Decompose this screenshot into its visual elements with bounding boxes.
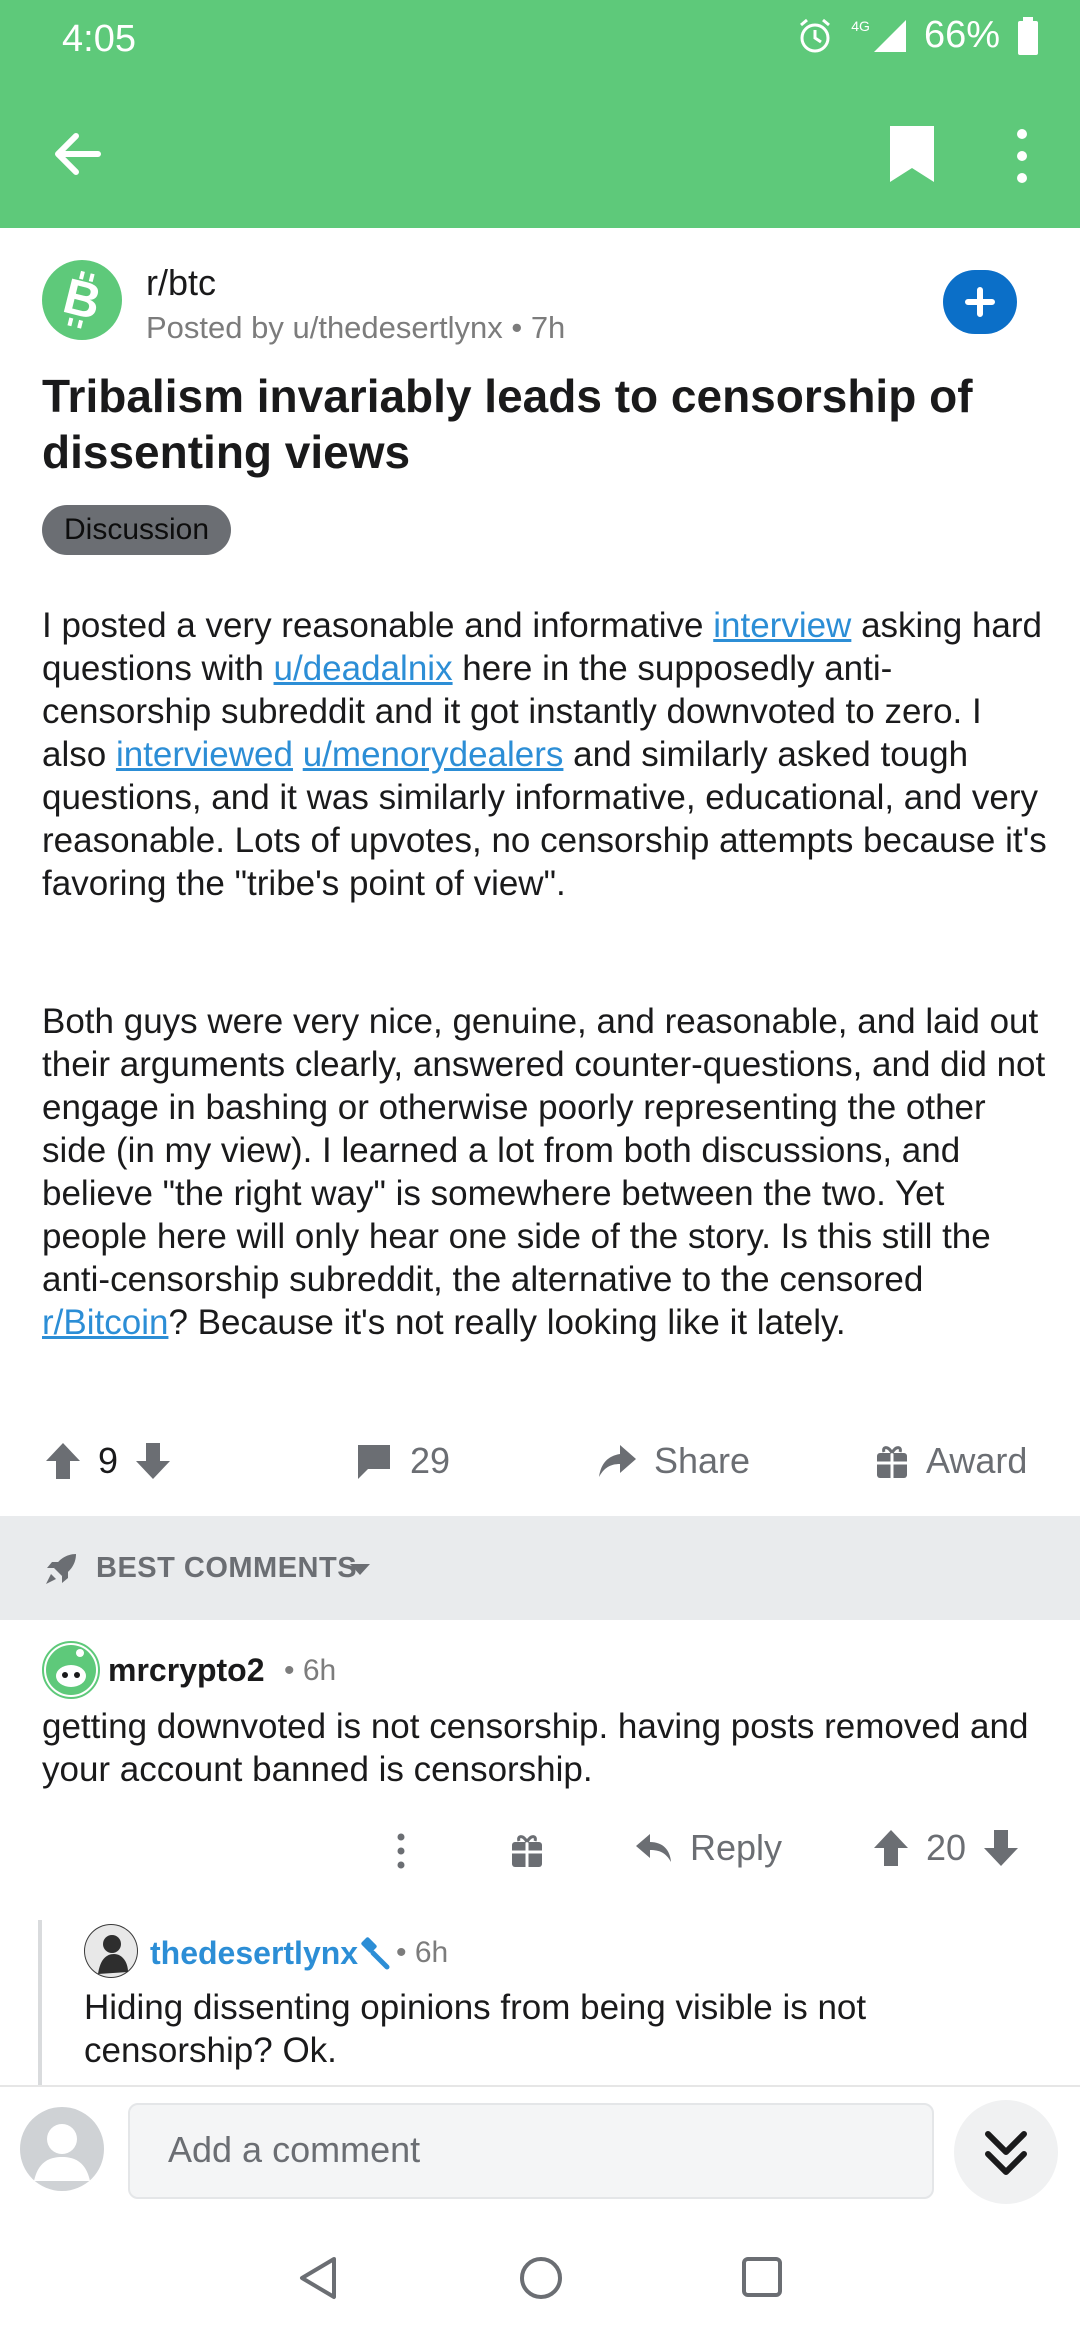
comment-sort-bar[interactable]: BEST COMMENTS — [0, 1516, 1080, 1620]
gift-icon — [877, 1446, 907, 1478]
post-flair[interactable]: Discussion — [42, 505, 232, 555]
sort-label: BEST COMMENTS — [96, 1552, 358, 1584]
user-photo-icon — [85, 1925, 137, 1977]
user-avatar[interactable] — [20, 2107, 104, 2191]
status-icons: 4G 66% — [795, 14, 1040, 57]
nav-recents-icon[interactable] — [740, 2255, 784, 2299]
snoo-avatar-icon — [46, 1645, 96, 1695]
body-link[interactable]: interview — [713, 606, 851, 645]
body-link[interactable]: interviewed — [116, 735, 293, 774]
bitcoin-icon: B — [58, 267, 107, 330]
system-nav-bar — [0, 2215, 1080, 2340]
reply-avatar[interactable] — [84, 1924, 138, 1978]
signal-icon — [873, 19, 906, 52]
reply-label: Reply — [690, 1827, 783, 1868]
post-age: 7h — [530, 310, 566, 345]
network-label: 4G — [851, 17, 870, 34]
plus-icon — [965, 287, 995, 317]
subreddit-name[interactable]: r/btc — [146, 262, 216, 304]
default-avatar-icon — [34, 2124, 90, 2181]
nav-home-icon[interactable] — [518, 2255, 564, 2301]
rocket-icon — [46, 1554, 76, 1584]
body-text-segment: Both guys were very nice, genuine, and r… — [42, 1002, 1046, 1299]
upvote-icon[interactable] — [44, 1441, 82, 1481]
comment-action-bar: Reply 20 — [0, 1815, 1080, 1885]
reply-button[interactable]: Reply — [634, 1827, 782, 1869]
body-link[interactable]: u/menorydealers — [303, 735, 564, 774]
comment-text: getting downvoted is not censorship. hav… — [42, 1707, 1029, 1789]
double-chevron-down-icon — [985, 2131, 1027, 2175]
comment-vote-count: 20 — [926, 1827, 967, 1868]
comment-avatar[interactable] — [42, 1641, 100, 1699]
award-button[interactable]: Award — [874, 1440, 1027, 1482]
comment-age: • 6h — [284, 1654, 337, 1687]
post-author[interactable]: Posted by u/thedesertlynx — [146, 310, 503, 345]
post-comment-count: 29 — [410, 1440, 451, 1481]
back-arrow-icon[interactable] — [48, 124, 108, 184]
status-time: 4:05 — [62, 18, 136, 60]
body-text-segment: ? Because it's not really looking like i… — [168, 1303, 846, 1342]
join-button[interactable] — [943, 270, 1017, 334]
comments-button[interactable]: 29 — [354, 1440, 450, 1482]
more-options-icon[interactable] — [1006, 124, 1038, 188]
comment-upvote-icon[interactable] — [872, 1828, 910, 1868]
reply-author[interactable]: thedesertlynx — [150, 1935, 358, 1972]
next-comment-button[interactable] — [954, 2100, 1058, 2204]
meta-dot: • — [511, 310, 531, 345]
subreddit-icon[interactable]: B — [42, 260, 122, 340]
battery-icon — [1018, 16, 1038, 55]
post-meta: Posted by u/thedesertlynx • 7h — [146, 310, 565, 346]
post-body-paragraph-2: Both guys were very nice, genuine, and r… — [42, 1000, 1052, 1344]
body-link[interactable]: r/Bitcoin — [42, 1303, 168, 1342]
battery-percent: 66% — [923, 14, 1000, 56]
comment-input-placeholder: Add a comment — [168, 2129, 421, 2170]
thread-line[interactable] — [38, 1920, 42, 2090]
post-body-paragraph-1: I posted a very reasonable and informati… — [42, 604, 1052, 905]
comment-downvote-icon[interactable] — [982, 1828, 1020, 1868]
body-text-segment: I posted a very reasonable and informati… — [42, 606, 714, 645]
alarm-icon — [800, 18, 831, 52]
post-action-bar: 9 29 Share Award — [0, 1430, 1080, 1500]
award-label: Award — [926, 1440, 1028, 1481]
share-button[interactable]: Share — [596, 1440, 750, 1482]
mod-hammer-icon — [361, 1937, 390, 1970]
body-text-segment — [293, 735, 303, 774]
comment-author[interactable]: mrcrypto2 — [108, 1652, 265, 1689]
reply-age: • 6h — [396, 1936, 449, 1969]
body-link[interactable]: u/deadalnix — [274, 649, 453, 688]
reply-text: Hiding dissenting opinions from being vi… — [84, 1988, 867, 2070]
vote-group: 9 — [44, 1440, 172, 1482]
comment-award-icon[interactable] — [510, 1831, 544, 1869]
reply-icon — [636, 1834, 671, 1862]
comment-icon — [358, 1445, 390, 1479]
post-title: Tribalism invariably leads to censorship… — [42, 370, 973, 478]
comment-more-icon[interactable] — [386, 1831, 416, 1871]
share-label: Share — [654, 1440, 751, 1481]
downvote-icon[interactable] — [134, 1441, 172, 1481]
bookmark-icon[interactable] — [884, 122, 940, 186]
app-bar — [0, 80, 1080, 228]
status-bar: 4:05 4G 66% — [0, 0, 1080, 80]
nav-back-icon[interactable] — [296, 2255, 340, 2301]
comment-vote-group: 20 — [872, 1827, 1020, 1869]
share-icon — [599, 1445, 636, 1477]
comment-input[interactable]: Add a comment — [128, 2103, 934, 2199]
chevron-down-icon — [350, 1564, 370, 1575]
post-vote-count: 9 — [98, 1440, 119, 1481]
